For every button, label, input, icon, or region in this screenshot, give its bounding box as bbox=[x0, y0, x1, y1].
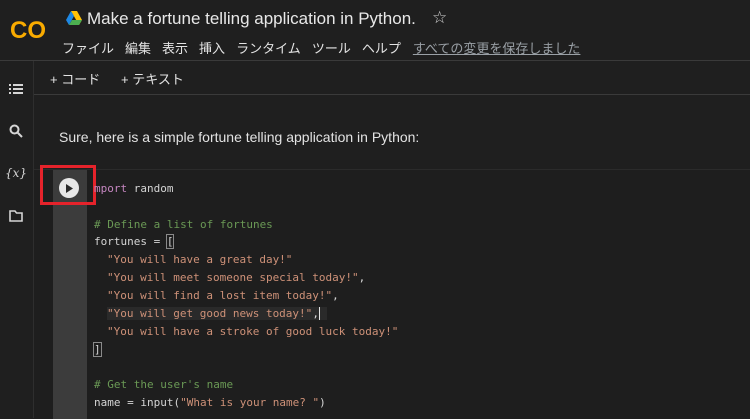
code-cell[interactable]: mport random # Define a list of fortunes… bbox=[34, 165, 750, 419]
fortune-string-5: "You will have a stroke of good luck tod… bbox=[107, 325, 399, 338]
left-sidebar: {x} bbox=[0, 61, 34, 418]
code-line-fortunes: fortunes = [ bbox=[94, 234, 175, 249]
menu-help[interactable]: ヘルプ bbox=[362, 38, 401, 57]
play-icon bbox=[66, 183, 73, 193]
fortune-string-1: "You will have a great day!" bbox=[107, 253, 293, 266]
table-of-contents-icon[interactable] bbox=[5, 78, 27, 100]
code-comment-name: # Get the user's name bbox=[94, 378, 234, 391]
star-icon[interactable]: ☆ bbox=[432, 8, 447, 28]
add-code-button[interactable]: + コード bbox=[50, 69, 100, 88]
notebook-toolbar: + コード + テキスト bbox=[34, 61, 750, 95]
menu-edit[interactable]: 編集 bbox=[125, 38, 151, 57]
name-assign: name = input( bbox=[94, 396, 181, 409]
text-cell-content: Sure, here is a simple fortune telling a… bbox=[59, 129, 420, 145]
fortune-string-3: "You will find a lost item today!" bbox=[107, 289, 333, 302]
files-icon[interactable] bbox=[5, 205, 27, 227]
search-icon[interactable] bbox=[5, 120, 27, 142]
fortune-string-4-line: "You will get good news today!", bbox=[107, 307, 327, 320]
name-close: ) bbox=[319, 396, 326, 409]
menu-insert[interactable]: 挿入 bbox=[199, 38, 225, 57]
menu-view[interactable]: 表示 bbox=[162, 38, 188, 57]
menu-bar: ファイル 編集 表示 挿入 ランタイム ツール ヘルプ すべての変更を保存しまし… bbox=[62, 38, 580, 57]
menu-file[interactable]: ファイル bbox=[62, 38, 114, 57]
colab-logo[interactable]: CO bbox=[10, 14, 48, 44]
code-line-name: name = input("What is your name? ") bbox=[94, 396, 326, 409]
notebook-title[interactable]: Make a fortune telling application in Py… bbox=[87, 9, 416, 29]
menu-tools[interactable]: ツール bbox=[312, 38, 351, 57]
code-comment-fortunes: # Define a list of fortunes bbox=[94, 218, 273, 231]
google-drive-icon[interactable] bbox=[66, 11, 82, 26]
fortune-string-4: "You will get good news today!" bbox=[107, 307, 313, 320]
text-cell[interactable]: Sure, here is a simple fortune telling a… bbox=[34, 95, 750, 169]
import-keyword: mport bbox=[94, 182, 128, 195]
import-module: random bbox=[127, 182, 174, 195]
open-bracket: [ bbox=[165, 234, 175, 249]
run-cell-button[interactable] bbox=[59, 178, 79, 198]
fortunes-assign: fortunes = bbox=[94, 235, 167, 248]
fortune-string-2: "You will meet someone special today!" bbox=[107, 271, 359, 284]
saved-status-link[interactable]: すべての変更を保存しました bbox=[413, 38, 581, 57]
close-bracket: ] bbox=[93, 342, 102, 357]
code-cell-gutter bbox=[53, 170, 87, 419]
logo-text: CO bbox=[10, 17, 46, 44]
fortune-string-2-line: "You will meet someone special today!", bbox=[107, 271, 366, 284]
variables-icon[interactable]: {x} bbox=[5, 162, 27, 184]
menu-runtime[interactable]: ランタイム bbox=[236, 38, 301, 57]
code-line-1: mport random bbox=[94, 182, 173, 195]
fortune-string-3-line: "You will find a lost item today!", bbox=[107, 289, 339, 302]
header: CO Make a fortune telling application in… bbox=[0, 0, 750, 61]
notebook-content: Sure, here is a simple fortune telling a… bbox=[34, 95, 750, 419]
name-prompt: "What is your name? " bbox=[180, 396, 320, 409]
code-line-close: ] bbox=[93, 342, 102, 357]
add-text-button[interactable]: + テキスト bbox=[121, 69, 184, 88]
